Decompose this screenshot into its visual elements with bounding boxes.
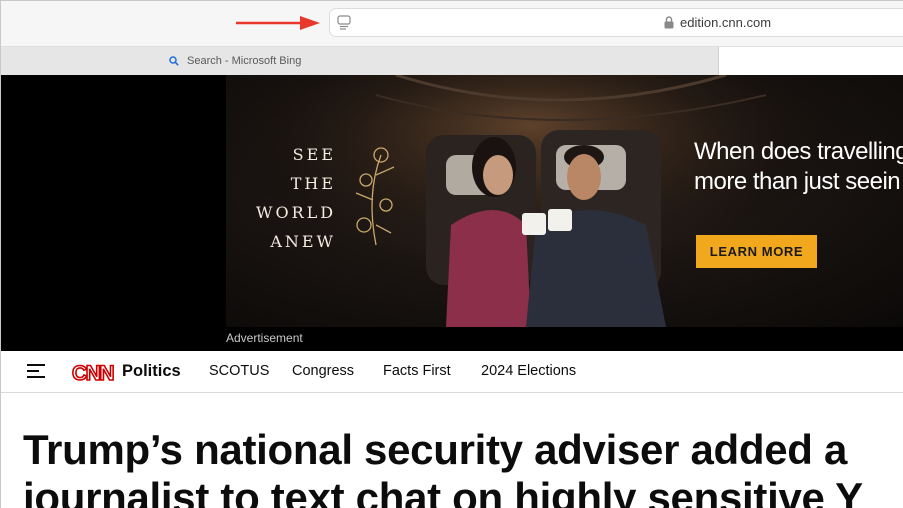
tab-label: Search - Microsoft Bing [187, 55, 302, 67]
address-bar[interactable]: edition.cnn.com [329, 8, 903, 37]
nav-link-facts-first[interactable]: Facts First [383, 363, 451, 379]
svg-text:CNN: CNN [72, 362, 113, 384]
ad-image[interactable]: SEE THE WORLD ANEW When does travelling … [226, 75, 903, 327]
tagline-line: THE [290, 174, 336, 193]
cnn-logo[interactable]: CNN [71, 360, 120, 384]
learn-more-button[interactable]: LEARN MORE [696, 235, 817, 268]
search-icon [169, 56, 179, 66]
browser-window: edition.cnn.com Search - Microsoft Bing [0, 0, 903, 508]
tagline-line: ANEW [270, 232, 336, 251]
hamburger-menu-icon[interactable] [27, 364, 45, 378]
ad-headline-line: When does travelling [694, 138, 903, 165]
nav-link-2024-elections[interactable]: 2024 Elections [481, 363, 576, 379]
tagline-line: SEE [292, 145, 336, 164]
browser-toolbar: edition.cnn.com [1, 1, 903, 46]
red-arrow-pointer-icon [236, 16, 320, 30]
url-text[interactable]: edition.cnn.com [680, 15, 771, 30]
nav-link-congress[interactable]: Congress [292, 363, 354, 379]
section-title[interactable]: Politics [122, 362, 181, 381]
nav-link-scotus[interactable]: SCOTUS [209, 363, 269, 379]
advertisement-banner[interactable]: SEE THE WORLD ANEW When does travelling … [1, 75, 903, 351]
tab-strip: Search - Microsoft Bing [1, 46, 903, 76]
reader-view-icon[interactable] [337, 15, 351, 31]
headline-line: journalist to text chat on highly sensit… [23, 474, 863, 508]
article-headline: Trump’s national security adviser added … [23, 426, 903, 508]
tagline-line: WORLD [256, 203, 337, 222]
ad-headline-line: more than just seein [694, 168, 901, 195]
site-nav: CNN Politics SCOTUS Congress Facts First… [1, 351, 903, 393]
ad-headline: When does travelling more than just seei… [694, 137, 903, 197]
advertisement-label: Advertisement [226, 331, 303, 345]
tab-bing-search[interactable]: Search - Microsoft Bing [1, 47, 719, 76]
ad-photo-couple [226, 75, 903, 327]
headline-line: Trump’s national security adviser added … [23, 426, 848, 473]
lock-icon [664, 16, 674, 29]
